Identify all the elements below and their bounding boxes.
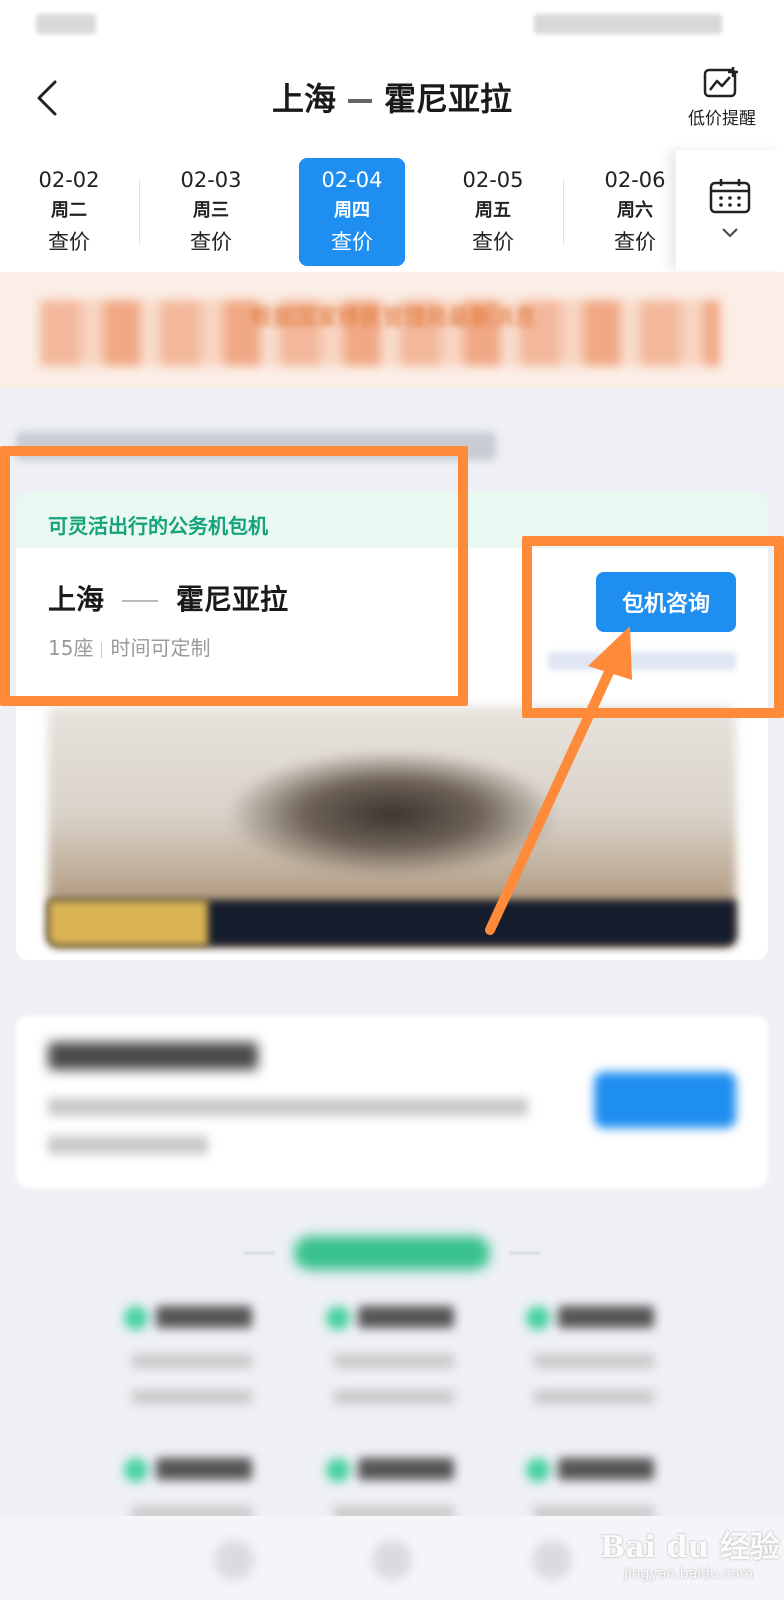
date-tab-price: 查价 [190, 230, 232, 254]
feature-item [124, 1458, 254, 1520]
date-tab-0203[interactable]: 02-03 周三 查价 [158, 158, 264, 266]
date-tab-0205[interactable]: 02-05 周五 查价 [440, 158, 546, 266]
cabin-photo-caption-badge [48, 900, 208, 946]
date-tab-date: 02-06 [604, 168, 666, 192]
date-tab-divider [139, 180, 140, 244]
date-tab-date: 02-05 [462, 168, 524, 192]
feature-item [526, 1306, 656, 1406]
date-tab-weekday: 周五 [475, 200, 511, 221]
secondary-card-line-blur [48, 1136, 208, 1154]
date-tab-weekday: 周六 [617, 200, 653, 221]
price-alert-label: 低价提醒 [688, 109, 756, 129]
feature-item [526, 1458, 656, 1520]
price-alert-button[interactable]: 低价提醒 [672, 66, 772, 134]
feature-item [326, 1458, 456, 1520]
date-tab-0206[interactable]: 02-06 周六 查价 [582, 158, 688, 266]
date-tab-date: 02-04 [321, 168, 383, 192]
header-bar [0, 52, 784, 148]
date-tab-weekday: 周四 [334, 200, 370, 221]
highlight-box-button [522, 536, 784, 718]
date-tab-0202[interactable]: 02-02 周二 查价 [16, 158, 122, 266]
calendar-icon [709, 179, 751, 214]
date-tab-weekday: 周三 [193, 200, 229, 221]
highlight-box-card [0, 446, 468, 706]
secondary-card-title-blur [48, 1042, 258, 1070]
back-arrow-icon [37, 80, 57, 116]
back-button[interactable] [24, 76, 68, 120]
date-tab-weekday: 周二 [51, 200, 87, 221]
notice-text: 根据国家移民管理局最新消息 [250, 306, 537, 331]
features-divider [510, 1252, 540, 1254]
bottom-nav-icon[interactable] [532, 1540, 572, 1580]
status-bar-right-blur [534, 14, 722, 34]
date-tab-0204[interactable]: 02-04 周四 查价 [299, 158, 405, 266]
bottom-nav-icon[interactable] [214, 1540, 254, 1580]
date-tab-price: 查价 [472, 230, 514, 254]
features-divider [244, 1252, 274, 1254]
bottom-nav-icon[interactable] [372, 1540, 412, 1580]
status-bar-left-blur [36, 14, 96, 34]
date-tab-price: 查价 [614, 230, 656, 254]
date-tab-divider [563, 180, 564, 244]
features-title-blur [294, 1236, 490, 1270]
feature-item [124, 1306, 254, 1406]
date-tab-date: 02-02 [38, 168, 100, 192]
date-tab-price: 查价 [48, 230, 90, 254]
feature-item [326, 1306, 456, 1406]
secondary-card-button[interactable] [594, 1072, 736, 1128]
date-tab-price: 查价 [331, 230, 373, 254]
watermark-main: Bai du 经验 [600, 1530, 780, 1565]
calendar-button[interactable] [676, 150, 784, 270]
secondary-card-line-blur [48, 1098, 528, 1116]
price-chart-plus-icon [703, 67, 738, 98]
baidu-watermark: Bai du 经验 jingyan.baidu.com [600, 1522, 784, 1598]
date-tab-date: 02-03 [180, 168, 242, 192]
chevron-down-icon [722, 228, 738, 238]
watermark-sub: jingyan.baidu.com [624, 1566, 754, 1582]
